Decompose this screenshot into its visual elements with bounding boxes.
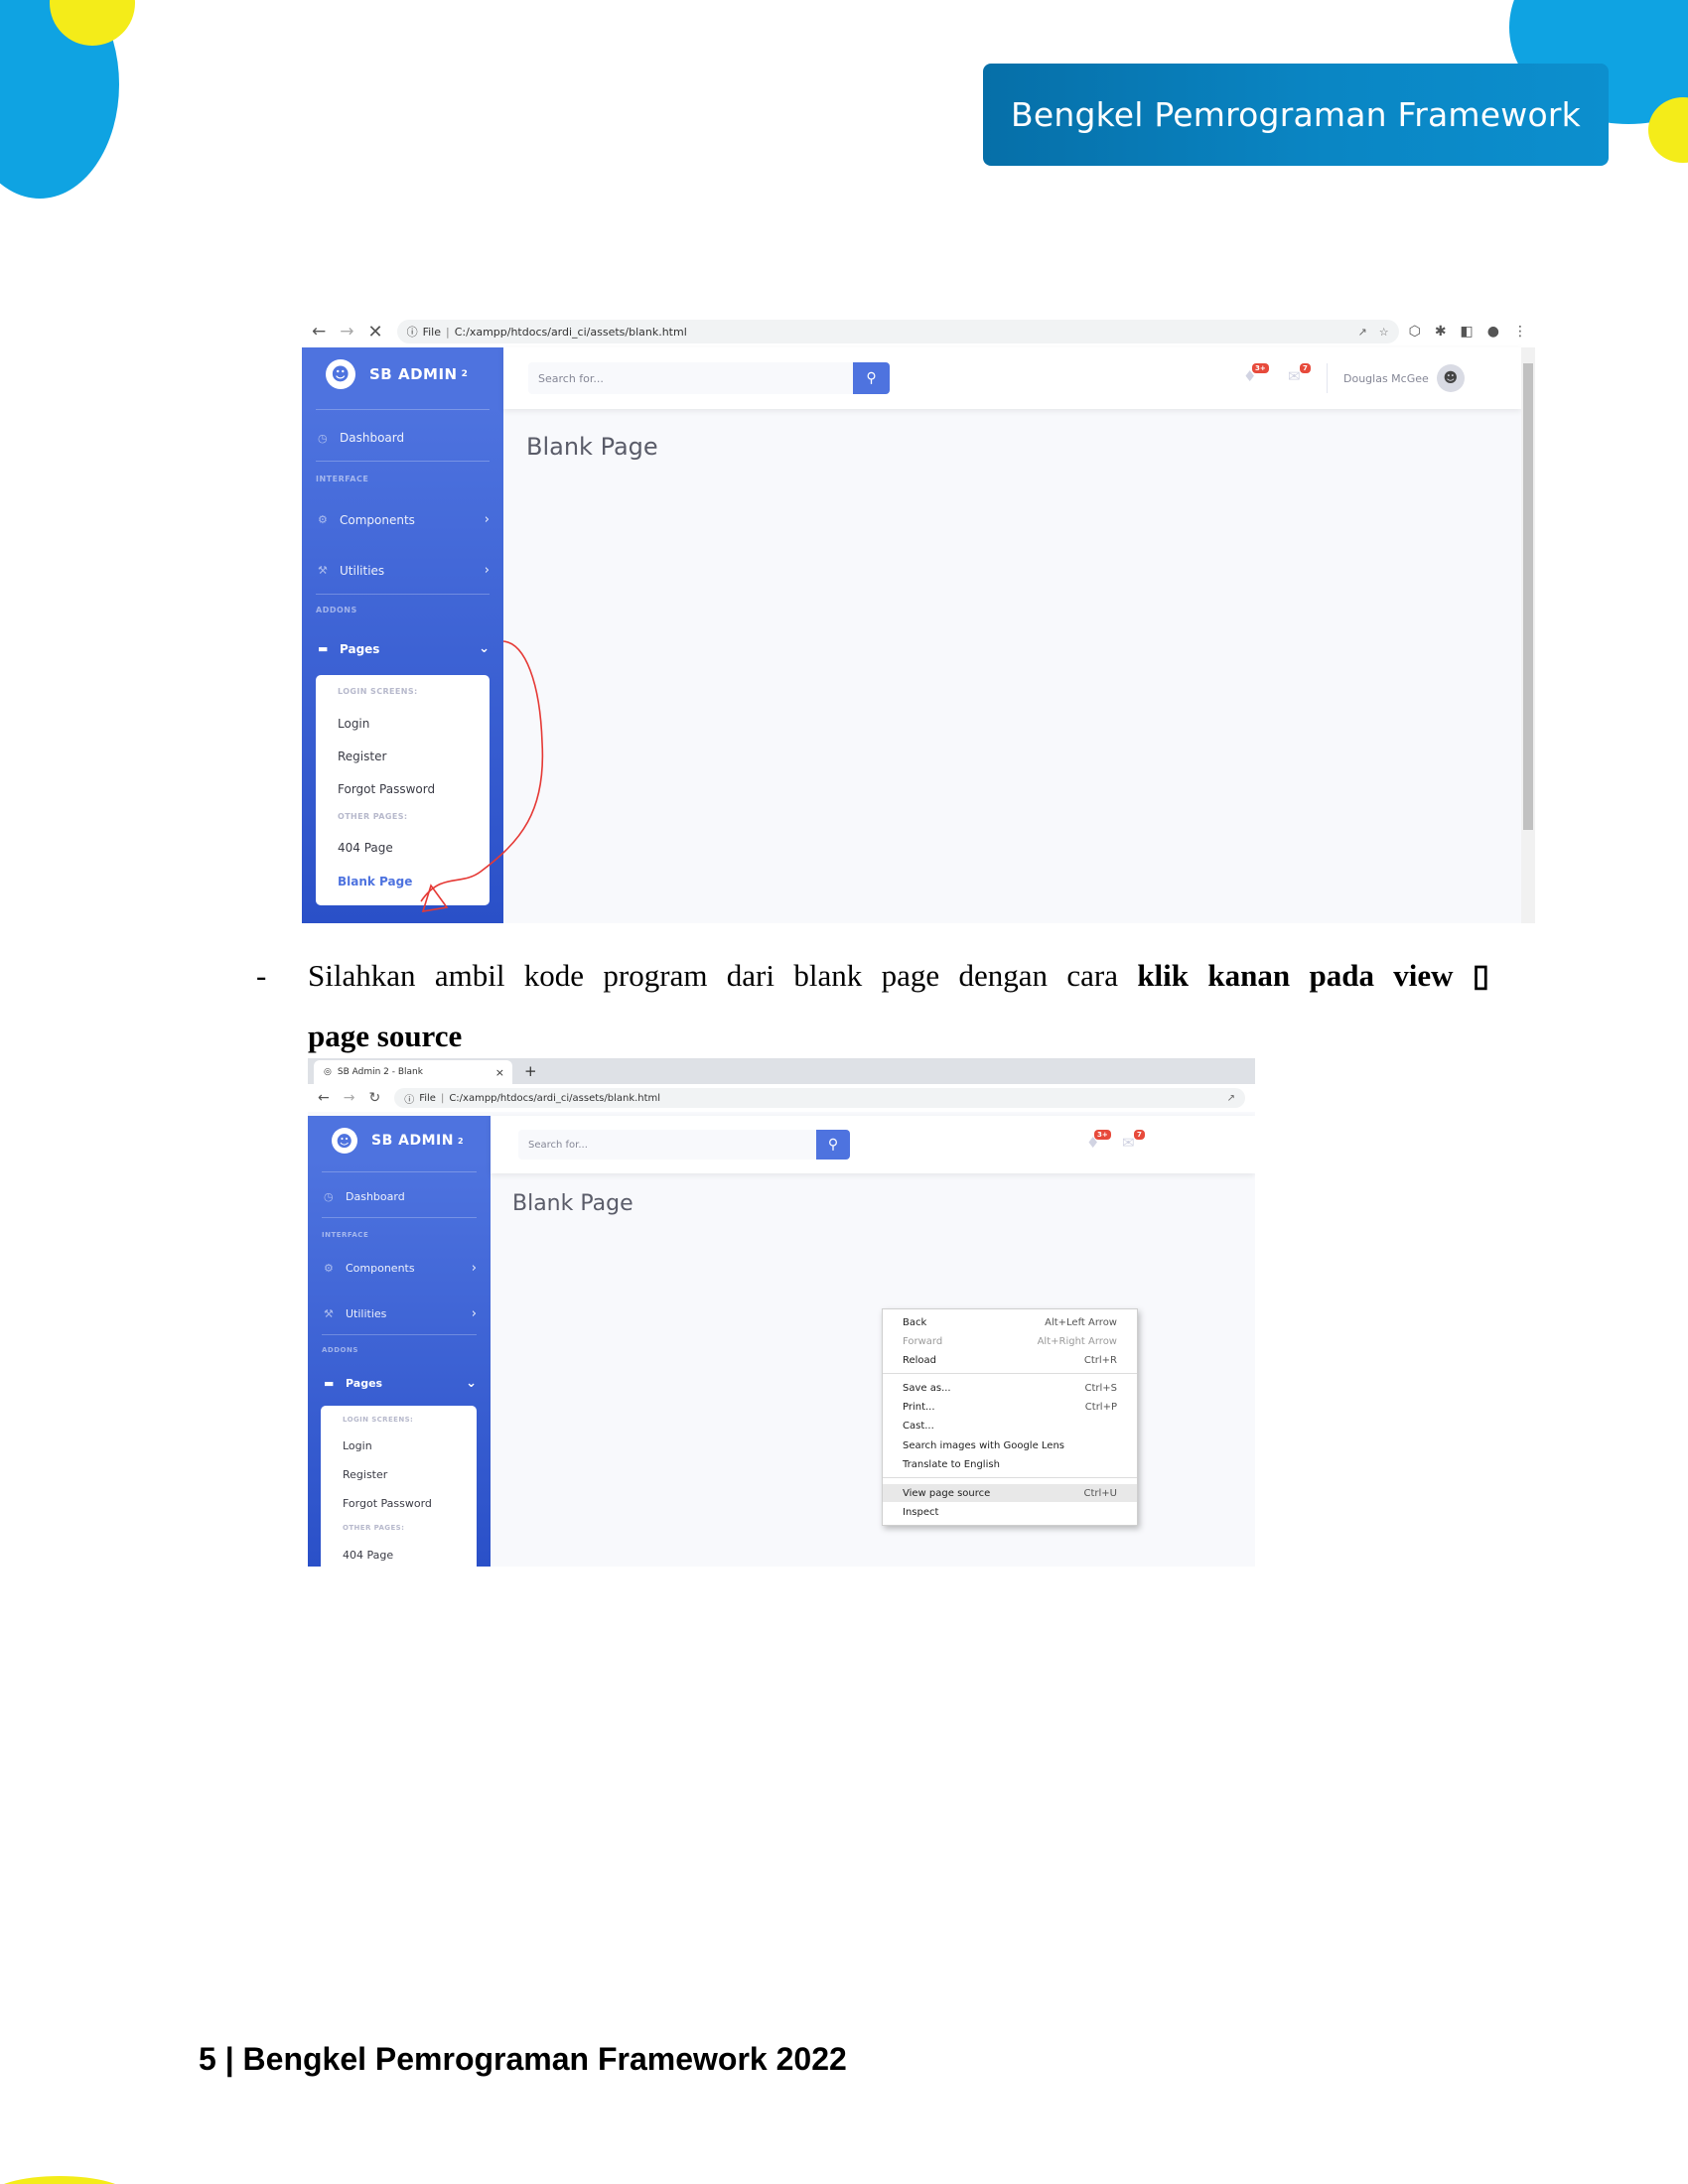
menu-shortcut: Ctrl+U [1083, 1487, 1118, 1499]
sidebar-item-components[interactable]: ⚙ Components › [324, 1261, 477, 1276]
sidebar-divider [322, 1171, 477, 1172]
chevron-right-icon: › [471, 1261, 477, 1276]
new-tab-button[interactable]: + [524, 1062, 537, 1080]
folder-icon: ▬ [324, 1377, 335, 1390]
decor-circle-yellow [0, 2176, 129, 2184]
menu-shortcut: Alt+Right Arrow [1037, 1335, 1117, 1347]
menu-item-back[interactable]: Back Alt+Left Arrow [883, 1313, 1137, 1331]
brand-superscript: 2 [457, 1136, 465, 1146]
sidebar-item-label: Utilities [346, 1307, 387, 1320]
chevron-right-icon: › [471, 1306, 477, 1321]
menu-item-print[interactable]: Print... Ctrl+P [883, 1398, 1137, 1416]
instruction-line-2: page source [308, 1019, 463, 1053]
topbar: Search for... ⚲ ♦ 3+ ✉ 7 [491, 1116, 1255, 1173]
context-menu: Back Alt+Left Arrow Forward Alt+Right Arro… [882, 1308, 1138, 1526]
menu-item-label: Back [903, 1316, 927, 1328]
info-icon: ⓘ [404, 1094, 415, 1106]
sidebar-heading: ADDONS [322, 1346, 358, 1354]
menu-item-translate[interactable]: Translate to English [883, 1455, 1137, 1473]
cog-icon: ⚙ [324, 1262, 334, 1275]
collapse-heading: LOGIN SCREENS: [343, 1416, 414, 1424]
back-arrow-icon[interactable]: ← [318, 1090, 330, 1106]
sidebar-item-pages[interactable]: ▬ Pages ⌄ [324, 1376, 477, 1391]
menu-shortcut: Ctrl+R [1083, 1354, 1117, 1366]
menu-item-label: Translate to English [903, 1458, 1000, 1470]
instruction-plain: Silahkan ambil kode program dari blank p… [308, 958, 1138, 993]
tab-title: SB Admin 2 - Blank [337, 1067, 423, 1077]
sidebar-divider [322, 1217, 477, 1218]
menu-shortcut: Alt+Left Arrow [1045, 1316, 1117, 1328]
url-separator: | [440, 1092, 445, 1104]
sidebar-item-label: Components [346, 1262, 415, 1275]
laugh-wink-icon: ☻ [332, 1128, 357, 1154]
collapse-item-login[interactable]: Login [343, 1439, 372, 1452]
sidebar-item-dashboard[interactable]: ◷ Dashboard [324, 1190, 477, 1203]
menu-item-label: Inspect [903, 1506, 939, 1518]
menu-item-label: Cast... [903, 1420, 934, 1432]
share-icon[interactable]: ↗ [1227, 1093, 1235, 1104]
sidebar: ☻ SB ADMIN 2 ◷ Dashboard INTERFACE ⚙ Com… [308, 1116, 491, 1567]
page-title: Blank Page [512, 1191, 633, 1216]
collapse-item-404[interactable]: 404 Page [343, 1549, 393, 1562]
envelope-icon[interactable]: ✉ [1122, 1134, 1135, 1152]
forward-arrow-icon[interactable]: → [344, 1090, 355, 1106]
browser-toolbar: ← → ↻ ⓘ File | C:/xampp/htdocs/ardi_ci/a… [308, 1084, 1255, 1112]
menu-item-label: Reload [903, 1354, 937, 1366]
search-icon: ⚲ [827, 1137, 839, 1153]
browser-tab[interactable]: ◎ SB Admin 2 - Blank × [314, 1060, 512, 1084]
url-path: C:/xampp/htdocs/ardi_ci/assets/blank.htm… [449, 1092, 661, 1104]
menu-item-label: Print... [903, 1401, 935, 1413]
menu-item-reload[interactable]: Reload Ctrl+R [883, 1351, 1137, 1369]
sidebar-item-utilities[interactable]: ⚒ Utilities › [324, 1306, 477, 1321]
menu-item-cast[interactable]: Cast... [883, 1417, 1137, 1434]
menu-item-label: Save as... [903, 1382, 951, 1394]
instruction-paragraph: - Silahkan ambil kode program dari blank… [256, 945, 1489, 1066]
globe-icon: ◎ [324, 1067, 332, 1077]
menu-item-view-page-source[interactable]: View page source Ctrl+U [883, 1484, 1137, 1502]
sidebar-item-label: Pages [346, 1377, 383, 1390]
search-input[interactable]: Search for... [518, 1130, 816, 1160]
screenshot-blank-page: ← → ✕ ⓘ File | C:/xampp/htdocs/ardi_ci/a… [302, 316, 1535, 923]
pages-collapse-menu: LOGIN SCREENS: Login Register Forgot Pas… [321, 1406, 477, 1567]
reload-icon[interactable]: ↻ [368, 1090, 380, 1106]
alerts-badge: 3+ [1094, 1130, 1111, 1140]
address-bar[interactable]: ⓘ File | C:/xampp/htdocs/ardi_ci/assets/… [394, 1088, 1245, 1108]
messages-badge: 7 [1134, 1130, 1145, 1140]
collapse-item-forgot-password[interactable]: Forgot Password [343, 1497, 432, 1510]
menu-item-forward[interactable]: Forward Alt+Right Arrow [883, 1332, 1137, 1350]
header-banner: Bengkel Pemrograman Framework [983, 64, 1609, 166]
header-title: Bengkel Pemrograman Framework [1011, 95, 1581, 134]
menu-shortcut: Ctrl+P [1084, 1401, 1117, 1413]
menu-item-google-lens[interactable]: Search images with Google Lens [883, 1436, 1137, 1454]
list-dash: - [256, 958, 267, 993]
menu-item-save-as[interactable]: Save as... Ctrl+S [883, 1379, 1137, 1397]
sidebar-heading: INTERFACE [322, 1231, 369, 1239]
screenshot-context-menu: ◎ SB Admin 2 - Blank × + ← → ↻ ⓘ File | … [308, 1058, 1255, 1567]
sidebar-item-label: Dashboard [346, 1190, 405, 1203]
menu-shortcut: Ctrl+S [1084, 1382, 1117, 1394]
url-file-label: File [419, 1092, 436, 1104]
brand-text: SB ADMIN [371, 1133, 454, 1149]
sidebar-divider [322, 1334, 477, 1335]
collapse-item-register[interactable]: Register [343, 1468, 387, 1481]
menu-item-label: Search images with Google Lens [903, 1439, 1065, 1451]
close-tab-icon[interactable]: × [495, 1066, 504, 1079]
menu-separator [883, 1477, 1137, 1478]
red-annotation-arrow [420, 640, 544, 913]
page-footer: 5 | Bengkel Pemrograman Framework 2022 [199, 2041, 847, 2077]
menu-item-label: View page source [903, 1487, 991, 1499]
collapse-heading: OTHER PAGES: [343, 1524, 405, 1532]
wrench-icon: ⚒ [324, 1307, 334, 1320]
tab-strip: ◎ SB Admin 2 - Blank × + [308, 1058, 1255, 1084]
menu-item-inspect[interactable]: Inspect [883, 1503, 1137, 1521]
menu-item-label: Forward [903, 1335, 943, 1347]
search-button[interactable]: ⚲ [816, 1130, 850, 1160]
tachometer-icon: ◷ [324, 1190, 334, 1203]
chevron-down-icon: ⌄ [466, 1376, 477, 1391]
instruction-line-1: Silahkan ambil kode program dari blank p… [308, 945, 1489, 1006]
menu-separator [883, 1373, 1137, 1374]
sidebar-brand[interactable]: ☻ SB ADMIN 2 [332, 1128, 464, 1154]
instruction-bold: klik kanan pada view ▯ [1137, 958, 1489, 993]
